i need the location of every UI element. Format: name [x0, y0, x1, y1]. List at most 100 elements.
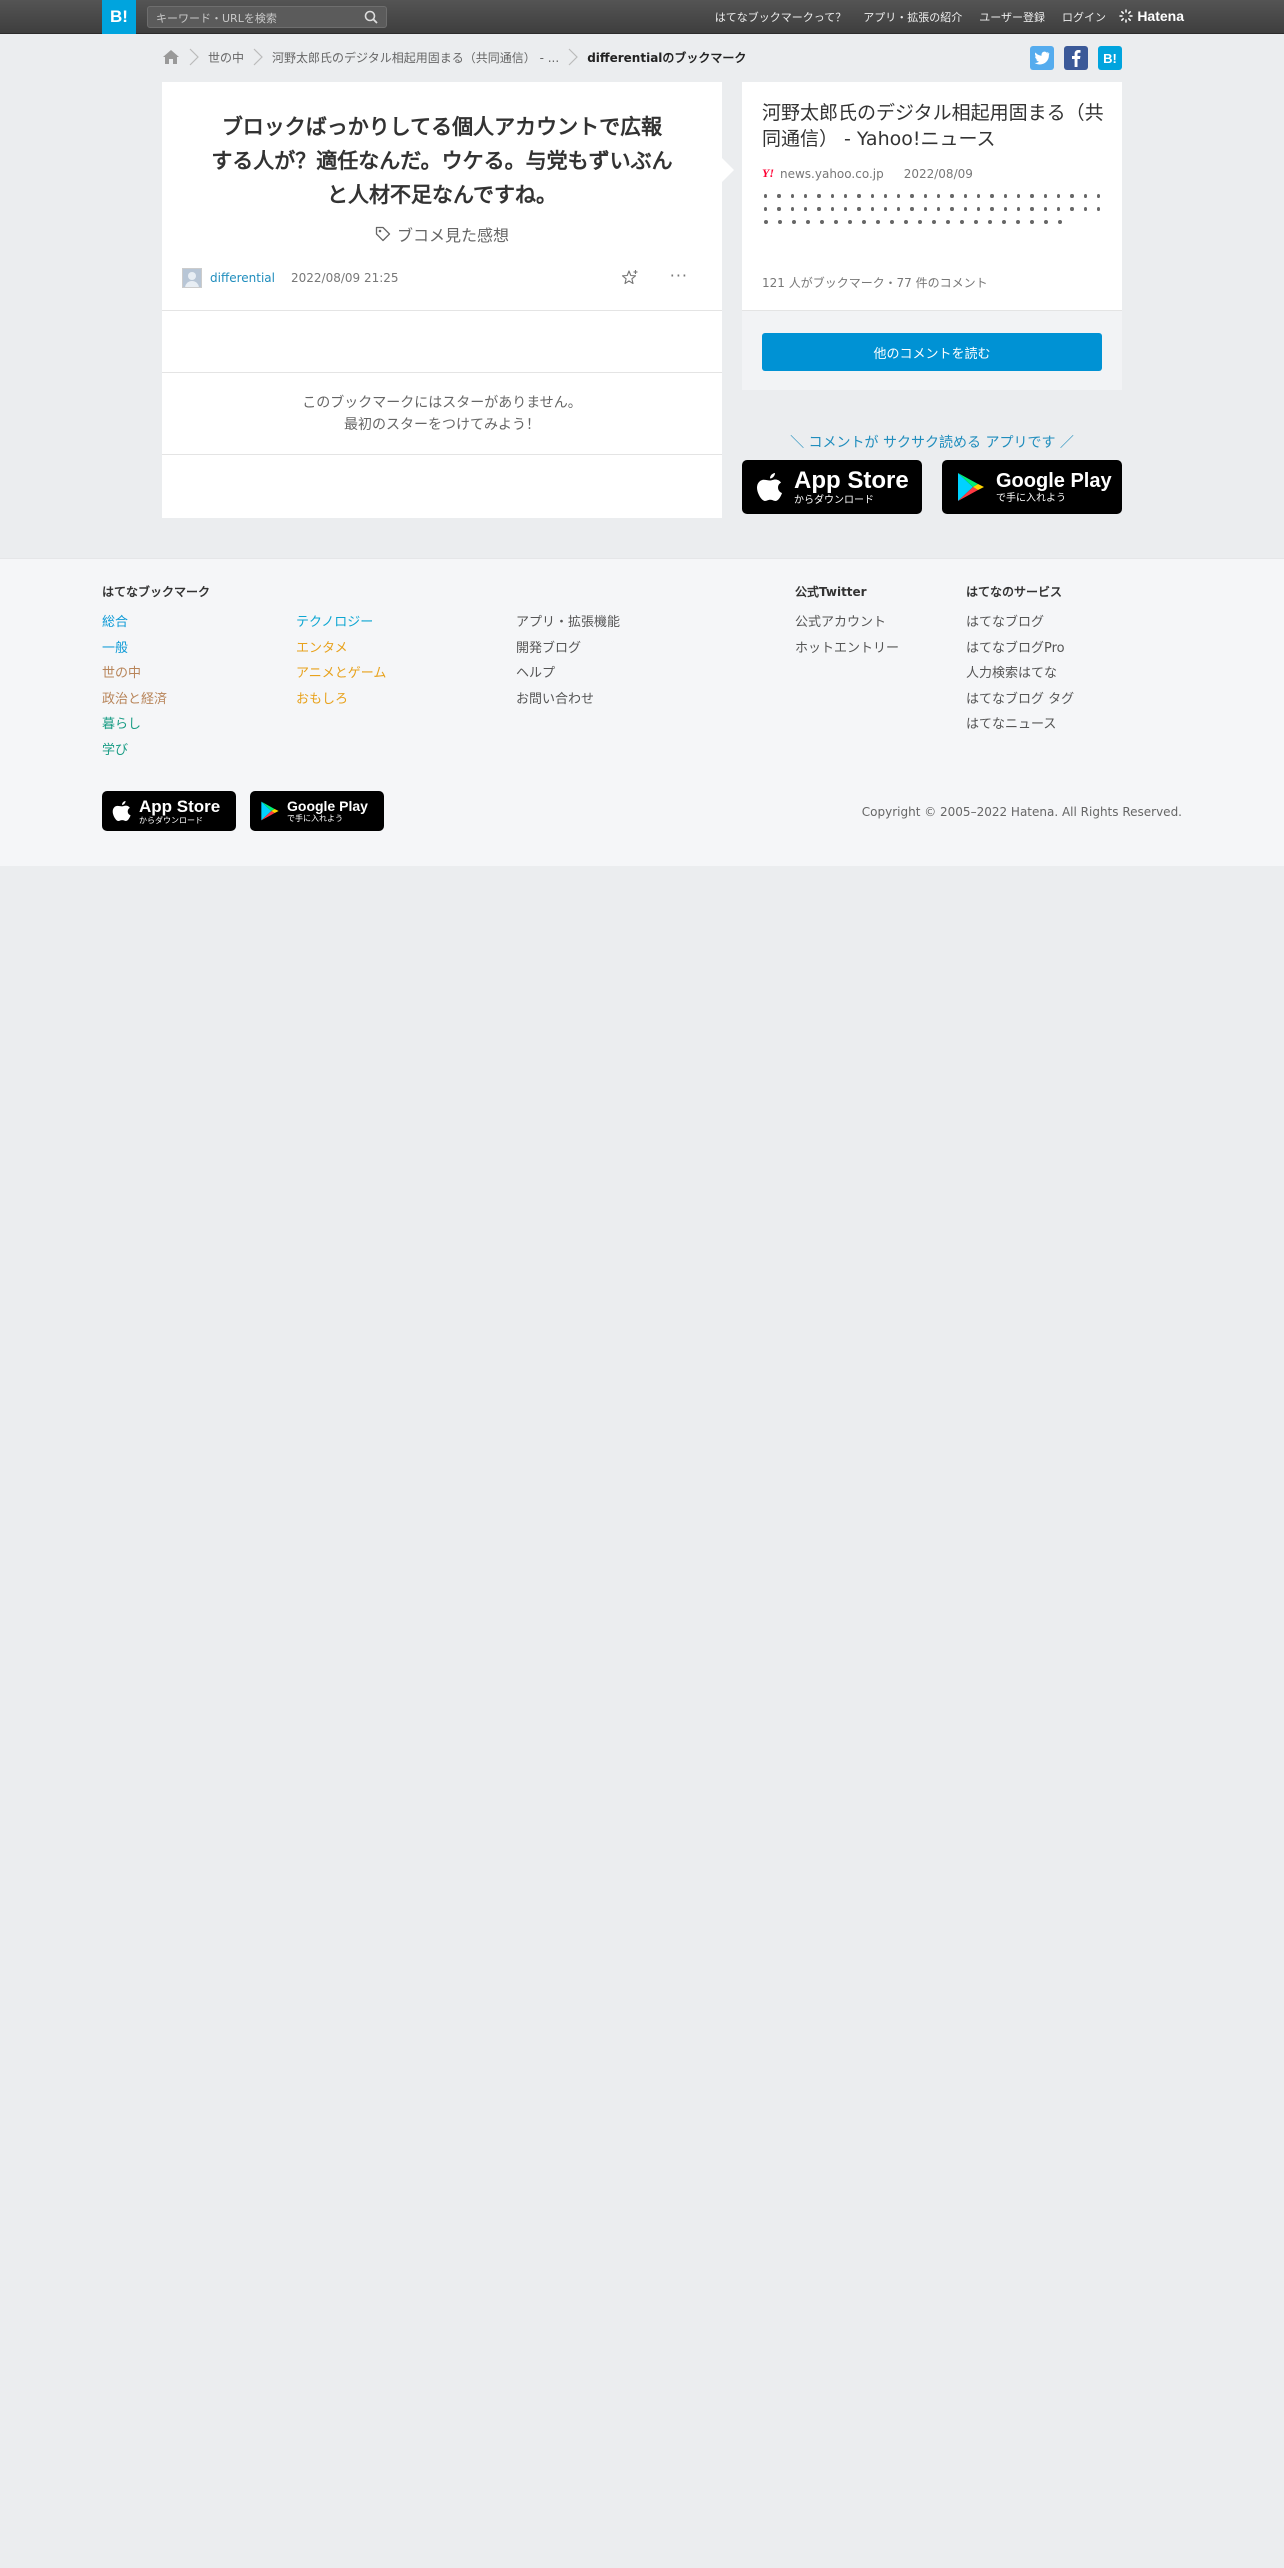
footer-link-help[interactable]: ヘルプ: [516, 662, 620, 688]
footer-link-service[interactable]: 人力検索はてな: [966, 662, 1074, 688]
footer-link-service[interactable]: はてなブログ: [966, 611, 1074, 637]
hatena-bookmark-logo[interactable]: B!: [102, 0, 136, 34]
hatena-share-button[interactable]: B!: [1098, 46, 1122, 70]
bookmark-user-row: differential 2022/08/09 21:25 ···: [182, 266, 702, 290]
tag-icon: [375, 226, 391, 242]
footer-link-service[interactable]: はてなブログPro: [966, 637, 1074, 663]
footer-category-link[interactable]: 一般: [102, 637, 210, 663]
app-store-badge[interactable]: App Store からダウンロード: [742, 460, 922, 514]
apple-icon: [112, 801, 131, 821]
no-star-line: 最初のスターをつけてみよう！: [344, 417, 540, 433]
chevron-right-icon: [568, 48, 579, 66]
chevron-right-icon: [253, 48, 263, 66]
no-star-line: このブックマークにはスターがありません。: [302, 395, 582, 411]
entry-card: 河野太郎氏のデジタル相起用固まる（共同通信） - Yahoo!ニュース Y! n…: [742, 82, 1122, 390]
google-play-title: Google Play: [287, 798, 368, 814]
entry-meta: Y! news.yahoo.co.jp 2022/08/09: [762, 166, 973, 181]
breadcrumb: 世の中 河野太郎氏のデジタル相起用固まる（共同通信） - ... differe…: [162, 46, 746, 68]
breadcrumb-current: differentialのブックマーク: [587, 50, 747, 65]
bookmark-comment-line: する人が？適任なんだ。ウケる。与党もずいぶん: [211, 149, 673, 173]
app-store-title: App Store: [794, 466, 909, 494]
footer-category-link[interactable]: おもしろ: [296, 688, 386, 714]
footer-category-link[interactable]: 政治と経済: [102, 688, 210, 714]
nav-register[interactable]: ユーザー登録: [979, 9, 1045, 25]
divider: [162, 454, 722, 455]
footer-category-link[interactable]: エンタメ: [296, 637, 386, 663]
footer-link-devblog[interactable]: 開発ブログ: [516, 637, 620, 663]
footer-heading: はてなのサービス: [966, 585, 1063, 599]
footer-col-twitter: 公式Twitter 公式アカウント ホットエントリー: [795, 583, 899, 662]
footer-app-store-badge[interactable]: App Store からダウンロード: [102, 791, 236, 831]
more-menu-button[interactable]: ···: [670, 266, 688, 285]
app-store-title: App Store: [139, 796, 221, 816]
footer-link-apps[interactable]: アプリ・拡張機能: [516, 611, 620, 637]
footer-category-link[interactable]: アニメとゲーム: [296, 662, 386, 688]
hatena-brand-label: Hatena: [1137, 8, 1184, 24]
footer-heading: はてなブックマーク: [102, 585, 211, 599]
breadcrumb-category[interactable]: 世の中: [208, 49, 244, 66]
footer-heading: 公式Twitter: [795, 585, 867, 599]
footer-category-link[interactable]: 世の中: [102, 662, 210, 688]
read-other-comments-button[interactable]: 他のコメントを読む: [762, 333, 1102, 371]
footer-col-links: アプリ・拡張機能 開発ブログ ヘルプ お問い合わせ: [516, 611, 620, 713]
nav-apps[interactable]: アプリ・拡張の紹介: [863, 9, 962, 25]
footer-link-contact[interactable]: お問い合わせ: [516, 688, 620, 714]
google-play-subtitle: で手に入れよう: [287, 814, 343, 823]
entry-card-footer: 他のコメントを読む: [742, 310, 1122, 390]
no-star-message: このブックマークにはスターがありません。 最初のスターをつけてみよう！: [162, 392, 722, 436]
bookmark-comment-line: ブロックばっかりしてる個人アカウントで広報: [221, 115, 663, 139]
summary-dot-row: [764, 220, 1104, 224]
app-store-subtitle: からダウンロード: [794, 494, 874, 506]
search-input[interactable]: [148, 8, 348, 29]
footer: はてなブックマーク 総合 一般 世の中 政治と経済 暮らし 学び テクノロジー エンタメ アニ…: [0, 558, 1284, 866]
bookmark-card: ブロックばっかりしてる個人アカウントで広報 する人が？適任なんだ。ウケる。与党も…: [162, 82, 734, 518]
search-box: [147, 6, 387, 29]
avatar[interactable]: [182, 268, 202, 288]
footer-google-play-badge[interactable]: Google Play で手に入れよう: [250, 791, 384, 831]
google-play-icon: [958, 473, 984, 501]
share-buttons: B!: [1030, 46, 1122, 70]
facebook-icon: [1072, 50, 1081, 67]
divider: [162, 372, 722, 373]
footer-category-link[interactable]: 暮らし: [102, 713, 210, 739]
apple-icon: [757, 473, 782, 501]
footer-col-categories-2: テクノロジー エンタメ アニメとゲーム おもしろ: [296, 611, 386, 713]
facebook-share-button[interactable]: [1064, 46, 1088, 70]
summary-dot-row: [764, 194, 1104, 198]
nav-login[interactable]: ログイン: [1062, 9, 1106, 25]
bookmark-datetime: 2022/08/09 21:25: [291, 271, 399, 285]
entry-domain[interactable]: news.yahoo.co.jp: [780, 167, 884, 181]
breadcrumb-entry[interactable]: 河野太郎氏のデジタル相起用固まる（共同通信） - ...: [272, 49, 559, 66]
nav-about[interactable]: はてなブックマークって？: [715, 9, 846, 25]
add-star-icon[interactable]: [620, 268, 640, 288]
bookmark-comment: ブロックばっかりしてる個人アカウントで広報 する人が？適任なんだ。ウケる。与党も…: [198, 110, 686, 212]
google-play-badge[interactable]: Google Play で手に入れよう: [942, 460, 1122, 514]
bookmark-comment-line: と人材不足なんですね。: [327, 183, 557, 207]
tag-label: ブコメ見た感想: [396, 226, 509, 245]
username[interactable]: differential: [210, 271, 275, 285]
footer-category-link[interactable]: 学び: [102, 739, 210, 765]
twitter-share-button[interactable]: [1030, 46, 1054, 70]
top-bar: B! はてなブックマークって？ アプリ・拡張の紹介 ユーザー登録 ログイン Ha…: [0, 0, 1284, 34]
hatena-logo-icon: [1119, 9, 1134, 23]
home-icon[interactable]: [162, 49, 180, 65]
footer-col-categories: はてなブックマーク 総合 一般 世の中 政治と経済 暮らし 学び: [102, 583, 210, 764]
chevron-right-icon: [189, 48, 199, 66]
footer-link-service[interactable]: はてなブログ タグ: [966, 688, 1074, 714]
entry-bookmark-count[interactable]: 121 人がブックマーク・77 件のコメント: [762, 274, 988, 291]
bookmark-tag[interactable]: ブコメ見た感想: [162, 222, 722, 246]
google-play-title: Google Play: [996, 469, 1112, 492]
footer-col-services: はてなのサービス はてなブログ はてなブログPro 人力検索はてな はてなブログ…: [966, 583, 1074, 739]
divider: [162, 310, 722, 311]
footer-link-service[interactable]: はてなニュース: [966, 713, 1074, 739]
footer-category-link[interactable]: 総合: [102, 611, 210, 637]
summary-dot-row: [764, 207, 1104, 211]
footer-link-twitter-hotentry[interactable]: ホットエントリー: [795, 637, 899, 663]
footer-category-link[interactable]: テクノロジー: [296, 611, 386, 637]
footer-link-twitter-official[interactable]: 公式アカウント: [795, 611, 899, 637]
search-icon[interactable]: [364, 10, 378, 24]
entry-summary-placeholder: [764, 194, 1104, 224]
yahoo-favicon-icon: Y!: [762, 166, 774, 180]
hatena-brand[interactable]: Hatena: [1119, 8, 1184, 24]
entry-title[interactable]: 河野太郎氏のデジタル相起用固まる（共同通信） - Yahoo!ニュース: [762, 100, 1107, 152]
